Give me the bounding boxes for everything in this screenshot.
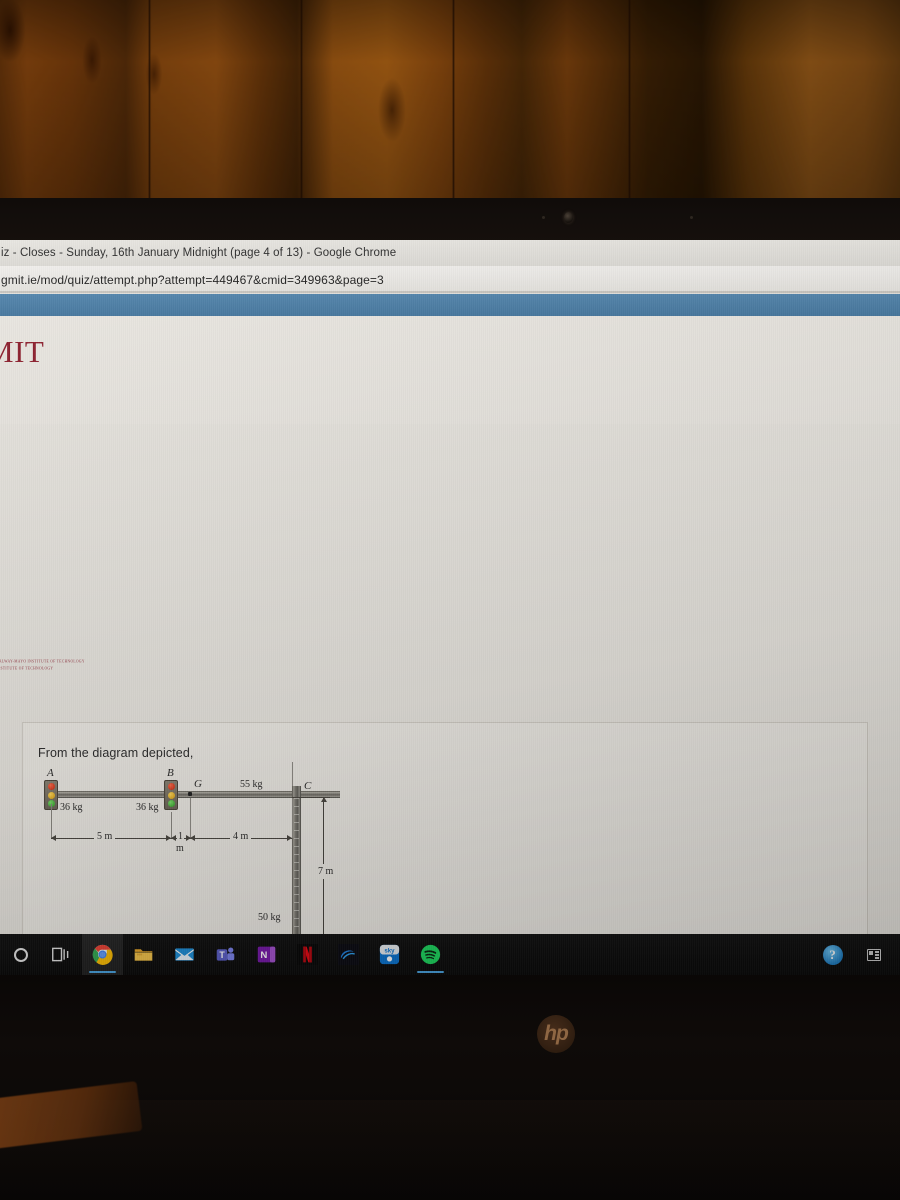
- wood-seam: [628, 0, 631, 205]
- webcam-icon: [564, 212, 573, 223]
- svg-text:T: T: [219, 950, 225, 960]
- dim-arrow-right-gc: [287, 835, 292, 841]
- label-dim-gc: 4 m: [230, 831, 252, 842]
- label-dim-oc: 7 m: [315, 864, 337, 879]
- pole-texture: [294, 798, 299, 944]
- svg-text:sky: sky: [384, 947, 395, 954]
- window-title: iz - Closes - Sunday, 16th January Midni…: [1, 247, 397, 259]
- taskbar-onenote-button[interactable]: N: [246, 934, 287, 975]
- ext-line-c: [292, 798, 293, 838]
- action-center-icon: [866, 948, 881, 961]
- label-point-a: A: [47, 767, 54, 779]
- red-lamp-icon: [167, 783, 175, 791]
- address-bar-url: gmit.ie/mod/quiz/attempt.php?attempt=449…: [1, 273, 384, 287]
- wood-seam: [300, 0, 303, 205]
- tray-action-center-button[interactable]: [853, 934, 894, 975]
- taskbar-disney-plus-button[interactable]: [328, 934, 369, 975]
- teams-icon: T: [216, 947, 235, 961]
- traffic-signal-b: [164, 780, 178, 810]
- taskbar-task-view-button[interactable]: [41, 934, 82, 975]
- question-intro-text: From the diagram depicted,: [38, 746, 194, 760]
- chrome-icon: [92, 944, 113, 965]
- disney-plus-icon: [338, 944, 359, 965]
- green-lamp-icon: [167, 799, 175, 807]
- taskbar-mail-button[interactable]: [164, 934, 205, 975]
- label-mass-beam: 55 kg: [240, 779, 263, 790]
- ext-line-g: [190, 798, 191, 838]
- search-icon: [13, 947, 28, 962]
- svg-text:N: N: [260, 950, 267, 961]
- yellow-lamp-icon: [47, 791, 55, 799]
- netflix-icon: [297, 944, 318, 965]
- dim-arrow-left-bg: [171, 835, 176, 841]
- taskbar-file-explorer-button[interactable]: [123, 934, 164, 975]
- ext-line-c-top: [292, 762, 293, 786]
- taskbar-sky-button[interactable]: sky: [369, 934, 410, 975]
- laptop-screen: iz - Closes - Sunday, 16th January Midni…: [0, 240, 900, 975]
- site-navbar[interactable]: [0, 294, 900, 316]
- task-view-icon: [52, 947, 69, 962]
- label-dim-bg-unit: m: [176, 843, 184, 854]
- ext-line-a: [51, 804, 52, 838]
- wood-seam: [148, 0, 151, 205]
- webcam-indicator-left: [542, 216, 545, 219]
- label-mass-signal-a: 36 kg: [60, 802, 83, 813]
- taskbar-search-button[interactable]: [0, 934, 41, 975]
- file-explorer-icon: [134, 949, 153, 961]
- taskbar-spotify-button[interactable]: [410, 934, 451, 975]
- tray-help-button[interactable]: ?: [812, 934, 853, 975]
- point-g-marker: [188, 792, 192, 796]
- browser-title-bar: iz - Closes - Sunday, 16th January Midni…: [0, 240, 900, 266]
- label-point-g: G: [194, 778, 202, 790]
- mail-icon: [175, 948, 194, 961]
- label-dim-ab: 5 m: [94, 831, 116, 842]
- spotify-icon: [420, 944, 441, 965]
- onenote-icon: N: [257, 946, 276, 963]
- site-header: [0, 316, 900, 424]
- taskbar-chrome-button[interactable]: [82, 934, 123, 975]
- help-icon: ?: [822, 944, 843, 965]
- label-mass-pole: 50 kg: [258, 912, 281, 923]
- laptop-reflection: [0, 1100, 900, 1200]
- sky-icon: sky: [379, 944, 400, 965]
- hp-logo: hp: [537, 1015, 575, 1053]
- label-dim-bg-value: 1: [177, 831, 184, 842]
- dim-arrow-top-oc: [321, 797, 327, 802]
- taskbar-teams-button[interactable]: T: [205, 934, 246, 975]
- wood-seam: [452, 0, 455, 205]
- gmit-logo[interactable]: MIT: [0, 334, 44, 370]
- dim-arrow-left-ab: [51, 835, 56, 841]
- address-bar-underline: [0, 291, 900, 293]
- gmit-logo-subtitle-line1: GALWAY-MAYO INSTITUTE OF TECHNOLOGY: [0, 658, 85, 664]
- windows-taskbar: T N sky: [0, 934, 900, 975]
- browser-address-bar[interactable]: gmit.ie/mod/quiz/attempt.php?attempt=449…: [0, 266, 900, 294]
- label-point-b: B: [167, 767, 174, 779]
- taskbar-netflix-button[interactable]: [287, 934, 328, 975]
- wooden-wall: [0, 0, 900, 205]
- moodle-page: MIT GALWAY-MAYO INSTITUTE OF TECHNOLOGY …: [0, 294, 900, 975]
- gmit-logo-subtitle-line2: INSTITUTE OF TECHNOLOGY: [0, 665, 54, 671]
- label-mass-signal-b: 36 kg: [136, 802, 159, 813]
- yellow-lamp-icon: [167, 791, 175, 799]
- webcam-indicator-right: [690, 216, 693, 219]
- system-tray: ?: [812, 934, 900, 975]
- red-lamp-icon: [47, 783, 55, 791]
- label-point-c: C: [304, 780, 312, 792]
- dim-arrow-left-gc: [190, 835, 195, 841]
